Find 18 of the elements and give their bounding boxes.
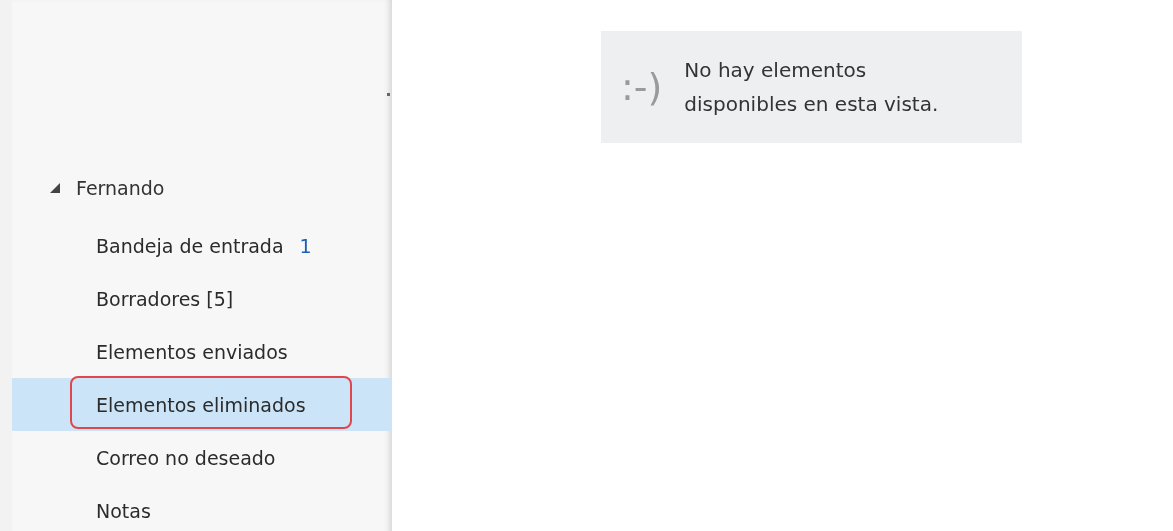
- folder-name: Correo no deseado: [96, 446, 276, 469]
- empty-message: No hay elementos disponibles en esta vista.: [684, 57, 940, 118]
- unread-count: 1: [299, 234, 312, 257]
- folder-name: Borradores [5]: [96, 287, 234, 310]
- folder-name: Elementos eliminados: [96, 393, 306, 416]
- emoticon: :-): [621, 65, 663, 109]
- folder-item[interactable]: Borradores [5]: [12, 272, 392, 325]
- folder-item[interactable]: Elementos enviados: [12, 325, 392, 378]
- folder-name: Bandeja de entrada: [96, 234, 284, 257]
- folder-item[interactable]: Elementos eliminados: [12, 378, 392, 431]
- folder-item[interactable]: Bandeja de entrada 1: [12, 219, 392, 272]
- folder-name: Elementos enviados: [96, 340, 288, 363]
- expand-icon[interactable]: [50, 183, 60, 193]
- folder-name: Notas: [96, 499, 151, 522]
- account-node[interactable]: Fernando: [12, 174, 392, 202]
- folder-item[interactable]: Correo no deseado: [12, 431, 392, 484]
- account-name: Fernando: [76, 177, 165, 199]
- folder-item[interactable]: Notas: [12, 484, 392, 531]
